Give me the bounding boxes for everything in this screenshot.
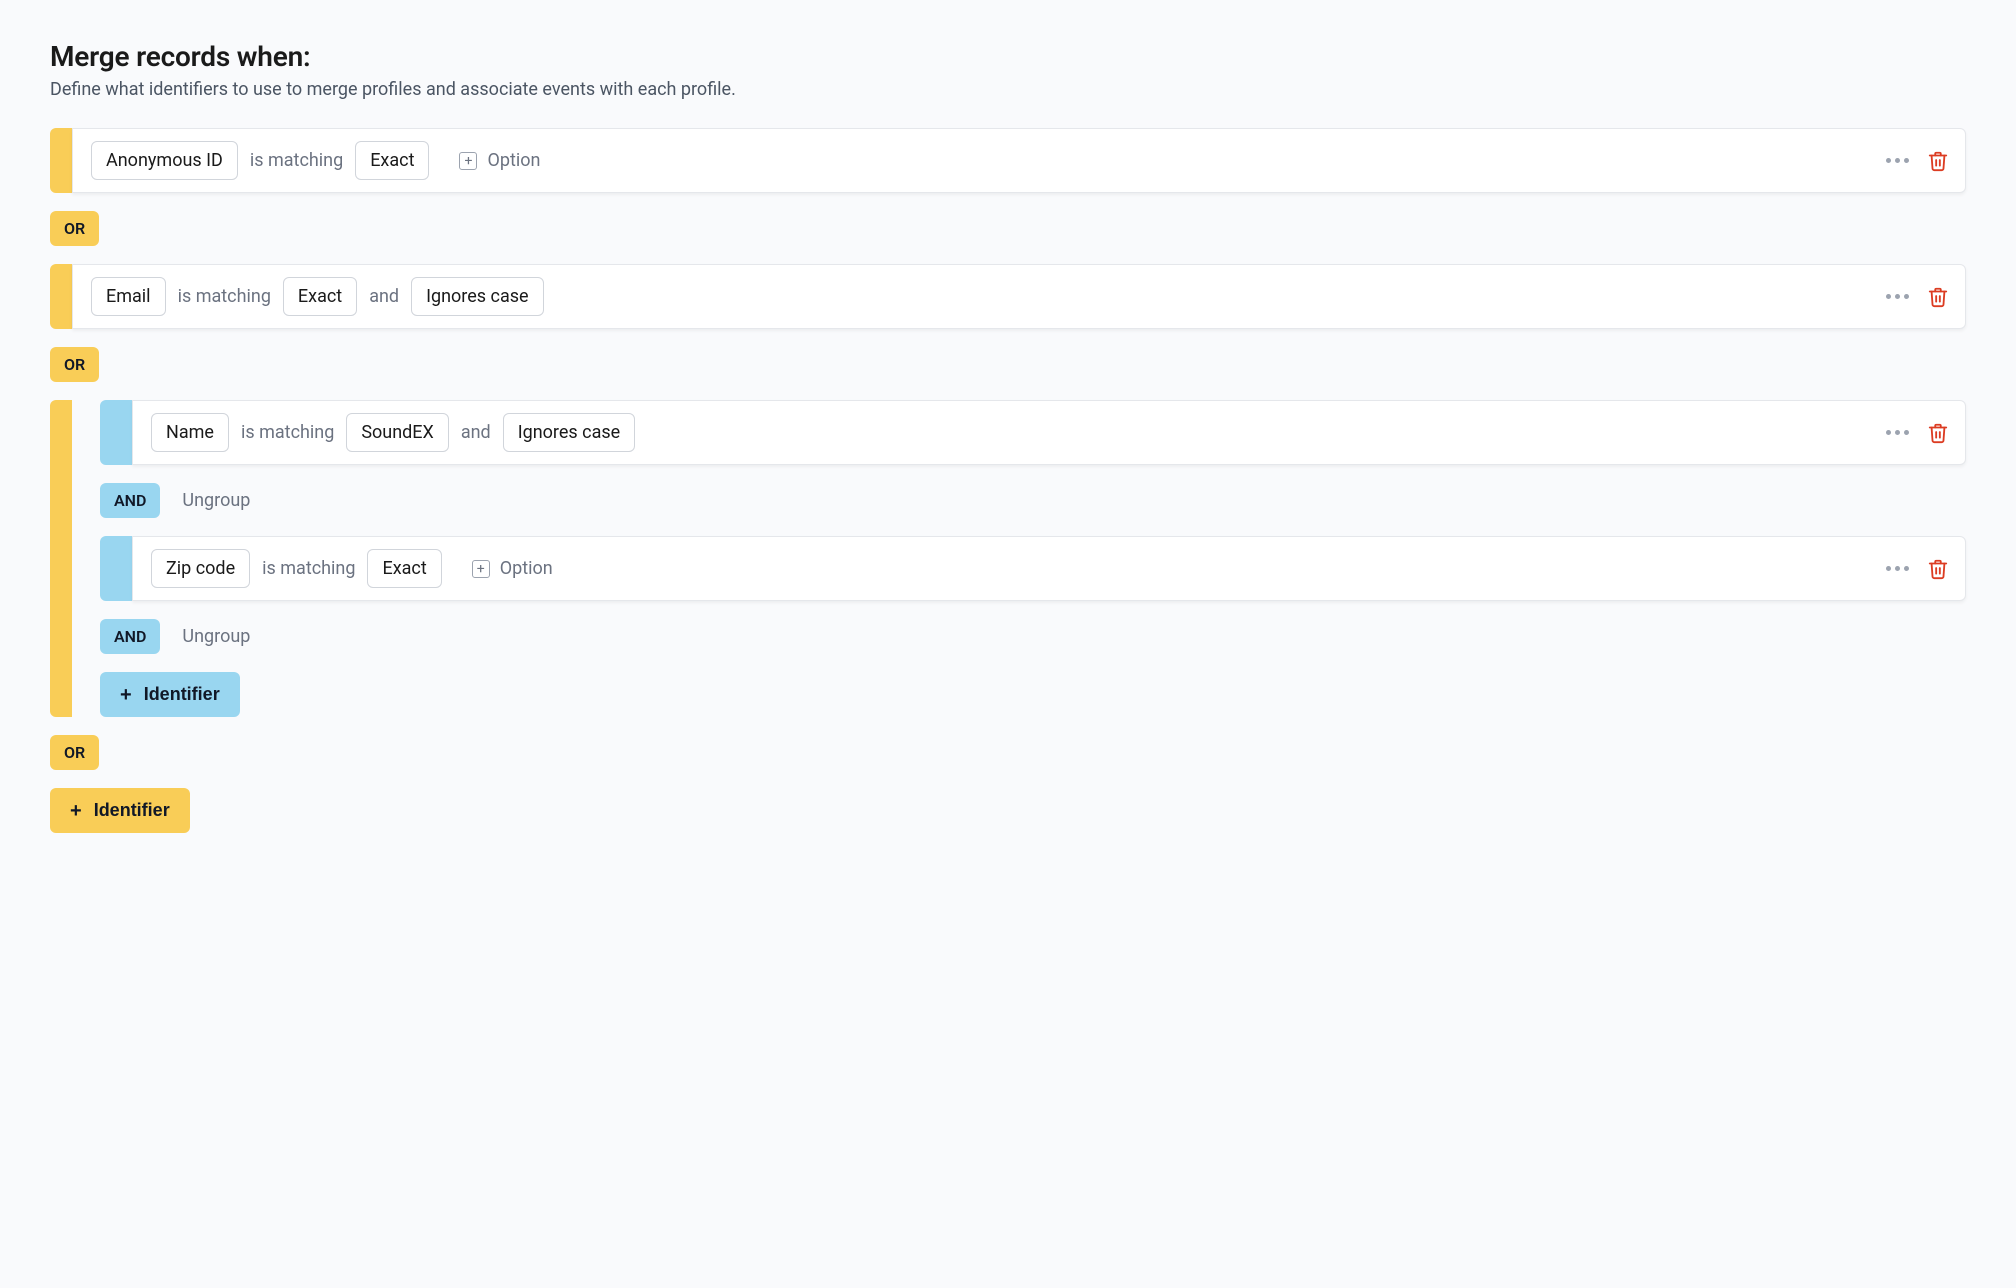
plus-icon: + (120, 685, 132, 705)
and-bar (100, 400, 132, 465)
and-label: and (369, 286, 399, 307)
or-separator: OR (50, 347, 1966, 382)
delete-button[interactable] (1927, 422, 1947, 444)
rule-card: Email is matching Exact and Ignores case (72, 264, 1966, 329)
and-separator: AND Ungroup (100, 483, 1966, 518)
add-option[interactable]: + Option (472, 558, 553, 579)
identifier-chip[interactable]: Anonymous ID (91, 141, 238, 180)
add-identifier-button[interactable]: + Identifier (100, 672, 240, 717)
trash-icon (1927, 422, 1949, 444)
page-title: Merge records when: (50, 40, 1966, 73)
extra-chip[interactable]: Ignores case (411, 277, 544, 316)
add-option[interactable]: + Option (459, 150, 540, 171)
delete-button[interactable] (1927, 558, 1947, 580)
match-chip[interactable]: Exact (283, 277, 357, 316)
match-chip[interactable]: SoundEX (346, 413, 448, 452)
is-matching-label: is matching (262, 558, 355, 579)
match-chip[interactable]: Exact (355, 141, 429, 180)
rule-row: Name is matching SoundEX and Ignores cas… (100, 400, 1966, 465)
match-chip[interactable]: Exact (367, 549, 441, 588)
or-bar (50, 400, 72, 717)
identifier-chip[interactable]: Name (151, 413, 229, 452)
add-identifier-label: Identifier (144, 684, 220, 705)
and-separator: AND Ungroup (100, 619, 1966, 654)
rule-row: Zip code is matching Exact + Option (100, 536, 1966, 601)
is-matching-label: is matching (250, 150, 343, 171)
trash-icon (1927, 150, 1949, 172)
delete-button[interactable] (1927, 286, 1947, 308)
rule-left: Anonymous ID is matching Exact + Option (91, 141, 540, 180)
rule-card: Anonymous ID is matching Exact + Option (72, 128, 1966, 193)
or-badge: OR (50, 211, 99, 246)
and-badge: AND (100, 483, 160, 518)
and-bar (100, 536, 132, 601)
plus-icon: + (472, 560, 490, 578)
or-separator: OR (50, 735, 1966, 770)
trash-icon (1927, 558, 1949, 580)
ungroup-link[interactable]: Ungroup (182, 490, 250, 511)
extra-chip[interactable]: Ignores case (503, 413, 636, 452)
group-content: Name is matching SoundEX and Ignores cas… (72, 400, 1966, 717)
identifier-chip[interactable]: Zip code (151, 549, 250, 588)
rule-left: Zip code is matching Exact + Option (151, 549, 553, 588)
rule-row: Anonymous ID is matching Exact + Option (50, 128, 1966, 193)
plus-icon: + (70, 801, 82, 821)
or-separator: OR (50, 211, 1966, 246)
rule-card: Name is matching SoundEX and Ignores cas… (132, 400, 1966, 465)
ungroup-link[interactable]: Ungroup (182, 626, 250, 647)
add-identifier-label: Identifier (94, 800, 170, 821)
identifier-chip[interactable]: Email (91, 277, 166, 316)
more-menu-button[interactable] (1880, 288, 1915, 305)
rule-card: Zip code is matching Exact + Option (132, 536, 1966, 601)
plus-icon: + (459, 152, 477, 170)
add-identifier-button[interactable]: + Identifier (50, 788, 190, 833)
or-badge: OR (50, 735, 99, 770)
option-label: Option (500, 558, 553, 579)
rule-group: Name is matching SoundEX and Ignores cas… (50, 400, 1966, 717)
more-menu-button[interactable] (1880, 424, 1915, 441)
or-bar (50, 264, 72, 329)
delete-button[interactable] (1927, 150, 1947, 172)
page-description: Define what identifiers to use to merge … (50, 79, 1966, 100)
and-label: and (461, 422, 491, 443)
rule-row: Email is matching Exact and Ignores case (50, 264, 1966, 329)
rule-left: Email is matching Exact and Ignores case (91, 277, 544, 316)
or-badge: OR (50, 347, 99, 382)
option-label: Option (487, 150, 540, 171)
trash-icon (1927, 286, 1949, 308)
is-matching-label: is matching (178, 286, 271, 307)
is-matching-label: is matching (241, 422, 334, 443)
or-bar (50, 128, 72, 193)
more-menu-button[interactable] (1880, 152, 1915, 169)
and-badge: AND (100, 619, 160, 654)
rule-left: Name is matching SoundEX and Ignores cas… (151, 413, 635, 452)
more-menu-button[interactable] (1880, 560, 1915, 577)
